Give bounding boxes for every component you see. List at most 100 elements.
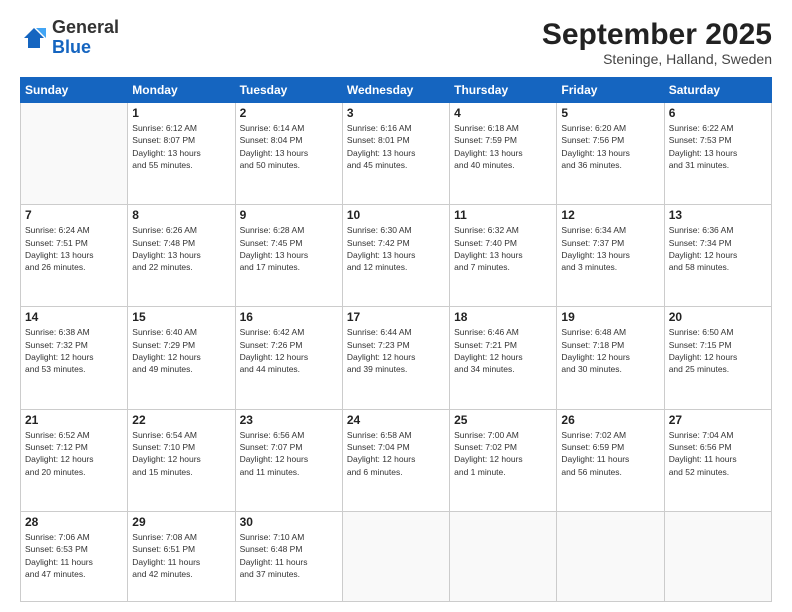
day-number: 14 [25,310,123,324]
day-number: 26 [561,413,659,427]
table-row: 23 Sunrise: 6:56 AM Sunset: 7:07 PM Dayli… [235,409,342,511]
calendar-table: Sunday Monday Tuesday Wednesday Thursday… [20,77,772,602]
col-sunday: Sunday [21,78,128,103]
day-number: 22 [132,413,230,427]
day-info: Sunrise: 6:38 AM Sunset: 7:32 PM Dayligh… [25,326,123,375]
table-row: 27 Sunrise: 7:04 AM Sunset: 6:56 PM Dayli… [664,409,771,511]
day-info: Sunrise: 6:56 AM Sunset: 7:07 PM Dayligh… [240,429,338,478]
day-number: 17 [347,310,445,324]
day-number: 2 [240,106,338,120]
day-info: Sunrise: 6:44 AM Sunset: 7:23 PM Dayligh… [347,326,445,375]
day-number: 21 [25,413,123,427]
day-info: Sunrise: 7:08 AM Sunset: 6:51 PM Dayligh… [132,531,230,580]
day-number: 9 [240,208,338,222]
table-row: 29 Sunrise: 7:08 AM Sunset: 6:51 PM Dayli… [128,511,235,601]
day-info: Sunrise: 6:12 AM Sunset: 8:07 PM Dayligh… [132,122,230,171]
table-row: 4 Sunrise: 6:18 AM Sunset: 7:59 PM Daylig… [450,103,557,205]
day-number: 8 [132,208,230,222]
day-info: Sunrise: 6:28 AM Sunset: 7:45 PM Dayligh… [240,224,338,273]
month-title: September 2025 [542,18,772,51]
table-row: 6 Sunrise: 6:22 AM Sunset: 7:53 PM Daylig… [664,103,771,205]
table-row: 24 Sunrise: 6:58 AM Sunset: 7:04 PM Dayli… [342,409,449,511]
table-row: 15 Sunrise: 6:40 AM Sunset: 7:29 PM Dayli… [128,307,235,409]
table-row: 21 Sunrise: 6:52 AM Sunset: 7:12 PM Dayli… [21,409,128,511]
day-number: 1 [132,106,230,120]
day-info: Sunrise: 6:48 AM Sunset: 7:18 PM Dayligh… [561,326,659,375]
day-number: 30 [240,515,338,529]
table-row: 22Sunrise: 6:54 AM Sunset: 7:10 PM Dayli… [128,409,235,511]
day-number: 16 [240,310,338,324]
header: General Blue September 2025 Steninge, Ha… [20,18,772,67]
col-wednesday: Wednesday [342,78,449,103]
table-row: 12 Sunrise: 6:34 AM Sunset: 7:37 PM Dayli… [557,205,664,307]
logo: General Blue [20,18,119,58]
day-number: 7 [25,208,123,222]
day-info: Sunrise: 6:40 AM Sunset: 7:29 PM Dayligh… [132,326,230,375]
day-info: Sunrise: 6:16 AM Sunset: 8:01 PM Dayligh… [347,122,445,171]
day-number: 3 [347,106,445,120]
day-info: Sunrise: 6:58 AM Sunset: 7:04 PM Dayligh… [347,429,445,478]
day-number: 10 [347,208,445,222]
day-info: Sunrise: 7:10 AM Sunset: 6:48 PM Dayligh… [240,531,338,580]
logo-text: General Blue [52,18,119,58]
day-number: 19 [561,310,659,324]
day-info: Sunrise: 6:18 AM Sunset: 7:59 PM Dayligh… [454,122,552,171]
col-saturday: Saturday [664,78,771,103]
day-info: Sunrise: 6:42 AM Sunset: 7:26 PM Dayligh… [240,326,338,375]
calendar-header-row: Sunday Monday Tuesday Wednesday Thursday… [21,78,772,103]
logo-icon [20,24,48,52]
logo-blue: Blue [52,37,91,57]
col-tuesday: Tuesday [235,78,342,103]
day-info: Sunrise: 6:20 AM Sunset: 7:56 PM Dayligh… [561,122,659,171]
day-number: 29 [132,515,230,529]
day-number: 28 [25,515,123,529]
day-info: Sunrise: 6:26 AM Sunset: 7:48 PM Dayligh… [132,224,230,273]
day-info: Sunrise: 7:06 AM Sunset: 6:53 PM Dayligh… [25,531,123,580]
day-number: 20 [669,310,767,324]
table-row [557,511,664,601]
day-number: 4 [454,106,552,120]
day-number: 5 [561,106,659,120]
table-row [342,511,449,601]
day-number: 11 [454,208,552,222]
table-row: 18Sunrise: 6:46 AM Sunset: 7:21 PM Dayli… [450,307,557,409]
day-number: 13 [669,208,767,222]
day-number: 23 [240,413,338,427]
day-number: 6 [669,106,767,120]
table-row [21,103,128,205]
day-info: Sunrise: 6:22 AM Sunset: 7:53 PM Dayligh… [669,122,767,171]
day-info: Sunrise: 7:04 AM Sunset: 6:56 PM Dayligh… [669,429,767,478]
table-row: 11 Sunrise: 6:32 AM Sunset: 7:40 PM Dayli… [450,205,557,307]
day-info: Sunrise: 6:32 AM Sunset: 7:40 PM Dayligh… [454,224,552,273]
table-row: 3 Sunrise: 6:16 AM Sunset: 8:01 PM Daylig… [342,103,449,205]
table-row: 9 Sunrise: 6:28 AM Sunset: 7:45 PM Daylig… [235,205,342,307]
table-row: 10 Sunrise: 6:30 AM Sunset: 7:42 PM Dayli… [342,205,449,307]
day-info: Sunrise: 6:14 AM Sunset: 8:04 PM Dayligh… [240,122,338,171]
day-info: Sunrise: 7:02 AM Sunset: 6:59 PM Dayligh… [561,429,659,478]
logo-general: General [52,17,119,37]
day-number: 12 [561,208,659,222]
table-row: 26 Sunrise: 7:02 AM Sunset: 6:59 PM Dayli… [557,409,664,511]
col-monday: Monday [128,78,235,103]
table-row: 17 Sunrise: 6:44 AM Sunset: 7:23 PM Dayli… [342,307,449,409]
table-row: 5 Sunrise: 6:20 AM Sunset: 7:56 PM Daylig… [557,103,664,205]
day-info: Sunrise: 6:34 AM Sunset: 7:37 PM Dayligh… [561,224,659,273]
table-row: 19 Sunrise: 6:48 AM Sunset: 7:18 PM Dayli… [557,307,664,409]
day-info: Sunrise: 6:50 AM Sunset: 7:15 PM Dayligh… [669,326,767,375]
table-row: 30 Sunrise: 7:10 AM Sunset: 6:48 PM Dayli… [235,511,342,601]
title-block: September 2025 Steninge, Halland, Sweden [542,18,772,67]
day-info: Sunrise: 6:52 AM Sunset: 7:12 PM Dayligh… [25,429,123,478]
table-row: 28 Sunrise: 7:06 AM Sunset: 6:53 PM Dayli… [21,511,128,601]
day-info: Sunrise: 7:00 AM Sunset: 7:02 PM Dayligh… [454,429,552,478]
table-row: 16 Sunrise: 6:42 AM Sunset: 7:26 PM Dayli… [235,307,342,409]
day-number: 15 [132,310,230,324]
page: General Blue September 2025 Steninge, Ha… [0,0,792,612]
day-info: Sunrise: 6:24 AM Sunset: 7:51 PM Dayligh… [25,224,123,273]
day-info: Sunrise: 6:30 AM Sunset: 7:42 PM Dayligh… [347,224,445,273]
table-row [664,511,771,601]
day-number: 25 [454,413,552,427]
day-number: 24 [347,413,445,427]
day-info: Sunrise: 6:46 AM Sunset: 7:21 PM Dayligh… [454,326,552,375]
day-number: 27 [669,413,767,427]
table-row: 8 Sunrise: 6:26 AM Sunset: 7:48 PM Daylig… [128,205,235,307]
